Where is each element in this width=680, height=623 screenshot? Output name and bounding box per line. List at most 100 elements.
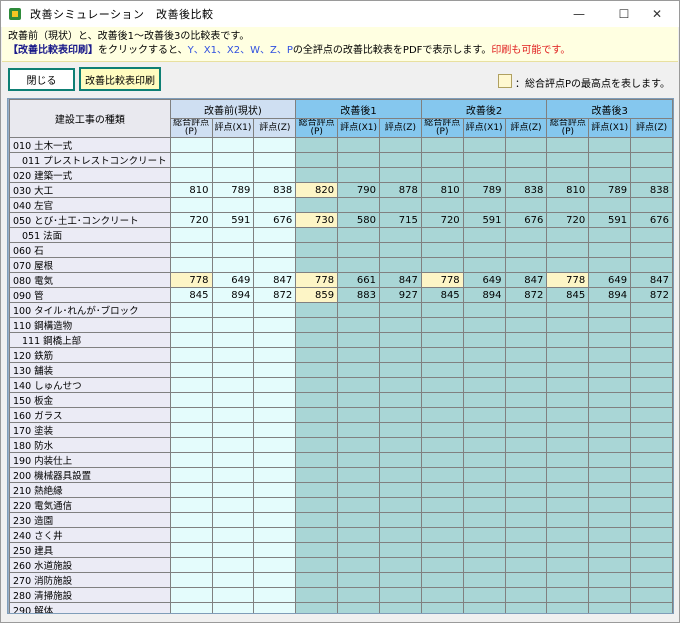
score-cell[interactable] xyxy=(420,512,464,528)
score-cell[interactable] xyxy=(337,542,380,558)
score-cell[interactable] xyxy=(378,227,422,243)
table-row[interactable]: 240 さく井 xyxy=(9,527,673,543)
score-cell[interactable]: 778 xyxy=(420,272,464,288)
score-cell[interactable] xyxy=(546,407,590,423)
score-cell[interactable]: 790 xyxy=(337,182,380,198)
score-cell[interactable] xyxy=(378,377,422,393)
score-cell[interactable] xyxy=(253,227,297,243)
score-cell[interactable] xyxy=(211,137,255,153)
score-cell[interactable]: 778 xyxy=(295,272,339,288)
score-cell[interactable] xyxy=(295,512,339,528)
score-cell[interactable] xyxy=(546,167,590,183)
score-cell[interactable] xyxy=(504,302,548,318)
score-cell[interactable] xyxy=(588,167,632,183)
score-cell[interactable] xyxy=(337,587,380,603)
score-cell[interactable] xyxy=(211,227,255,243)
score-cell[interactable] xyxy=(630,137,673,153)
score-cell[interactable] xyxy=(420,242,464,258)
score-cell[interactable] xyxy=(420,257,464,273)
score-cell[interactable]: 845 xyxy=(169,287,213,303)
score-cell[interactable]: 789 xyxy=(211,182,255,198)
score-cell[interactable] xyxy=(295,347,339,363)
score-cell[interactable] xyxy=(211,377,255,393)
score-cell[interactable]: 720 xyxy=(169,212,213,228)
score-cell[interactable] xyxy=(504,497,548,513)
score-cell[interactable] xyxy=(337,467,380,483)
score-cell[interactable] xyxy=(378,137,422,153)
score-cell[interactable] xyxy=(378,332,422,348)
score-cell[interactable] xyxy=(253,437,297,453)
score-cell[interactable] xyxy=(546,512,590,528)
score-cell[interactable] xyxy=(504,512,548,528)
score-cell[interactable] xyxy=(169,512,213,528)
score-cell[interactable] xyxy=(462,197,506,213)
score-cell[interactable] xyxy=(337,392,380,408)
table-row[interactable]: 050 とび･土工･コンクリート 720 591 676 730 580 715 720 591… xyxy=(9,212,673,228)
score-cell[interactable] xyxy=(378,602,422,613)
score-cell[interactable] xyxy=(630,152,673,168)
score-cell[interactable] xyxy=(253,377,297,393)
score-cell[interactable] xyxy=(420,452,464,468)
score-cell[interactable] xyxy=(337,332,380,348)
score-cell[interactable] xyxy=(588,197,632,213)
score-cell[interactable] xyxy=(337,152,380,168)
score-cell[interactable] xyxy=(337,167,380,183)
score-cell[interactable] xyxy=(169,407,213,423)
score-cell[interactable] xyxy=(378,482,422,498)
score-cell[interactable]: 789 xyxy=(588,182,632,198)
score-cell[interactable] xyxy=(337,257,380,273)
score-cell[interactable]: 872 xyxy=(630,287,673,303)
score-cell[interactable] xyxy=(504,242,548,258)
table-row[interactable]: 210 熱絶縁 xyxy=(9,482,673,498)
score-cell[interactable] xyxy=(462,362,506,378)
score-cell[interactable] xyxy=(169,347,213,363)
score-cell[interactable] xyxy=(337,512,380,528)
score-cell[interactable] xyxy=(169,542,213,558)
score-cell[interactable] xyxy=(211,482,255,498)
score-cell[interactable] xyxy=(378,347,422,363)
score-cell[interactable] xyxy=(253,137,297,153)
score-cell[interactable]: 649 xyxy=(462,272,506,288)
table-row[interactable]: 270 消防施設 xyxy=(9,572,673,588)
score-cell[interactable]: 847 xyxy=(253,272,297,288)
score-cell[interactable] xyxy=(630,167,673,183)
score-cell[interactable] xyxy=(546,587,590,603)
score-cell[interactable] xyxy=(211,557,255,573)
score-cell[interactable] xyxy=(169,557,213,573)
score-cell[interactable] xyxy=(504,362,548,378)
score-cell[interactable] xyxy=(169,332,213,348)
score-cell[interactable] xyxy=(211,467,255,483)
score-cell[interactable] xyxy=(253,542,297,558)
score-cell[interactable] xyxy=(169,482,213,498)
score-cell[interactable]: 591 xyxy=(211,212,255,228)
score-cell[interactable] xyxy=(378,587,422,603)
print-comparison-button[interactable]: 改善比較表印刷 xyxy=(79,67,161,91)
score-cell[interactable] xyxy=(504,347,548,363)
score-cell[interactable] xyxy=(211,497,255,513)
score-cell[interactable] xyxy=(462,527,506,543)
score-cell[interactable] xyxy=(462,257,506,273)
close-button[interactable]: 閉じる xyxy=(8,68,75,91)
table-row[interactable]: 060 石 xyxy=(9,242,673,258)
score-cell[interactable] xyxy=(378,197,422,213)
score-cell[interactable] xyxy=(295,227,339,243)
score-cell[interactable] xyxy=(504,137,548,153)
score-cell[interactable] xyxy=(420,137,464,153)
score-cell[interactable] xyxy=(630,527,673,543)
table-row[interactable]: 111 鋼橋上部 xyxy=(9,332,673,348)
score-cell[interactable] xyxy=(630,377,673,393)
score-cell[interactable] xyxy=(504,407,548,423)
score-cell[interactable] xyxy=(420,437,464,453)
score-cell[interactable] xyxy=(253,497,297,513)
score-cell[interactable] xyxy=(420,332,464,348)
score-cell[interactable] xyxy=(169,587,213,603)
score-cell[interactable] xyxy=(504,587,548,603)
score-cell[interactable] xyxy=(588,482,632,498)
score-cell[interactable] xyxy=(546,197,590,213)
score-cell[interactable]: 820 xyxy=(295,182,339,198)
table-row[interactable]: 130 舗装 xyxy=(9,362,673,378)
score-cell[interactable] xyxy=(211,392,255,408)
score-cell[interactable] xyxy=(169,152,213,168)
score-cell[interactable] xyxy=(546,377,590,393)
score-cell[interactable] xyxy=(378,257,422,273)
